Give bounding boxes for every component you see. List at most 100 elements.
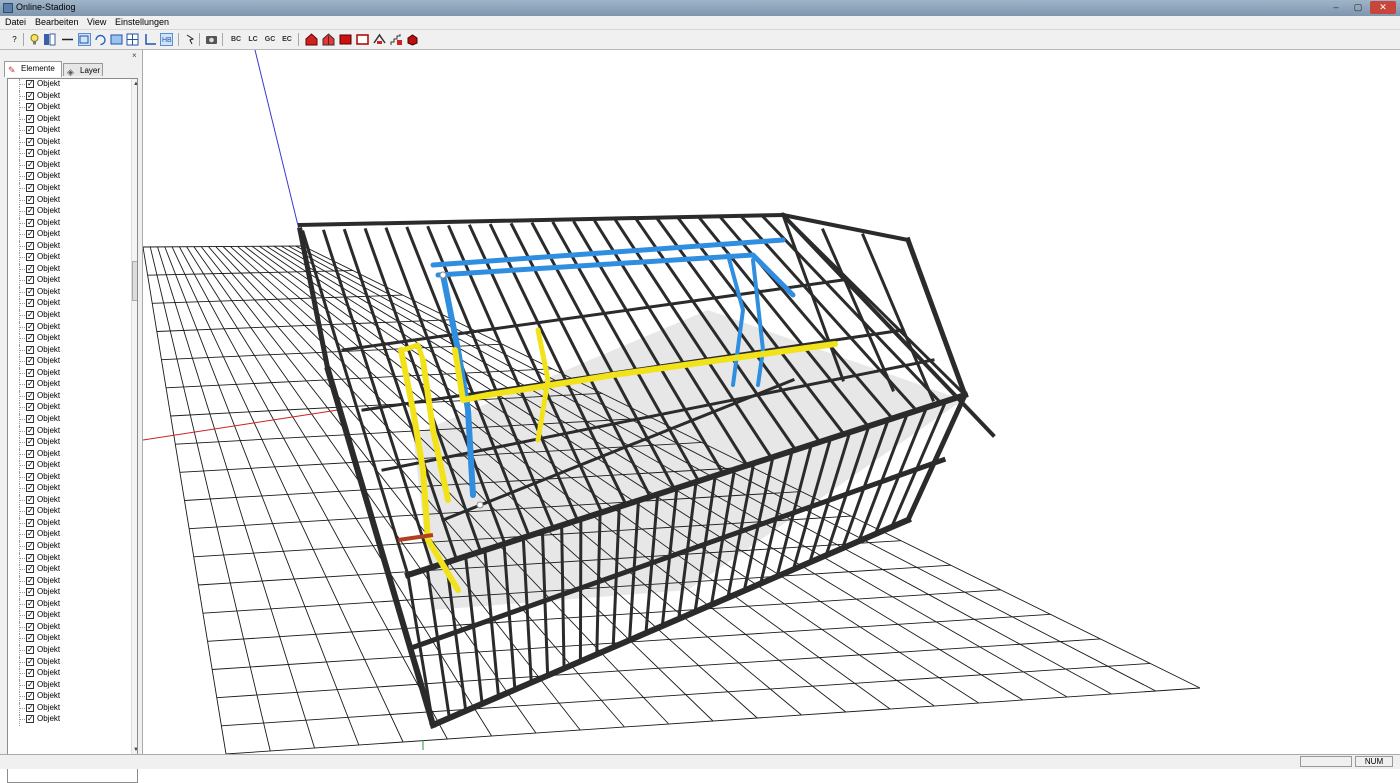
visibility-checkbox[interactable]: ✓ (26, 611, 34, 619)
view-iso-icon[interactable]: HB (160, 33, 173, 46)
tree-item[interactable]: ✓Objekt (8, 576, 126, 587)
tree-item[interactable]: ✓Objekt (8, 437, 126, 448)
visibility-checkbox[interactable]: ✓ (26, 242, 34, 250)
tree-item[interactable]: ✓Objekt (8, 275, 126, 286)
tree-vertical-scrollbar[interactable]: ▲ ▼ (131, 79, 138, 755)
visibility-checkbox[interactable]: ✓ (26, 692, 34, 700)
tree-item[interactable]: ✓Objekt (8, 553, 126, 564)
visibility-checkbox[interactable]: ✓ (26, 334, 34, 342)
visibility-checkbox[interactable]: ✓ (26, 427, 34, 435)
visibility-checkbox[interactable]: ✓ (26, 450, 34, 458)
lamp-icon[interactable] (28, 33, 41, 46)
visibility-checkbox[interactable]: ✓ (26, 115, 34, 123)
visibility-checkbox[interactable]: ✓ (26, 357, 34, 365)
select-icon[interactable] (184, 33, 197, 46)
visibility-checkbox[interactable]: ✓ (26, 346, 34, 354)
visibility-checkbox[interactable]: ✓ (26, 288, 34, 296)
lc-button[interactable]: LC (246, 33, 260, 46)
minimize-button[interactable]: – (1326, 1, 1346, 14)
visibility-checkbox[interactable]: ✓ (26, 565, 34, 573)
close-window-button[interactable]: ✕ (1370, 1, 1396, 14)
tree-item[interactable]: ✓Objekt (8, 322, 126, 333)
view-top-icon[interactable] (110, 33, 123, 46)
visibility-checkbox[interactable]: ✓ (26, 276, 34, 284)
tree-item[interactable]: ✓Objekt (8, 633, 126, 644)
tree-item[interactable]: ✓Objekt (8, 264, 126, 275)
tree-item[interactable]: ✓Objekt (8, 229, 126, 240)
visibility-checkbox[interactable]: ✓ (26, 103, 34, 111)
visibility-checkbox[interactable]: ✓ (26, 403, 34, 411)
tab-elemente[interactable]: ✎ Elemente (4, 61, 62, 77)
visibility-checkbox[interactable]: ✓ (26, 196, 34, 204)
tree-item[interactable]: ✓Objekt (8, 114, 126, 125)
camera-icon[interactable] (205, 33, 218, 46)
visibility-checkbox[interactable]: ✓ (26, 681, 34, 689)
visibility-checkbox[interactable]: ✓ (26, 507, 34, 515)
visibility-checkbox[interactable]: ✓ (26, 207, 34, 215)
tree-item[interactable]: ✓Objekt (8, 345, 126, 356)
tree-item[interactable]: ✓Objekt (8, 541, 126, 552)
3d-scene[interactable] (143, 50, 1400, 754)
visibility-checkbox[interactable]: ✓ (26, 299, 34, 307)
visibility-checkbox[interactable]: ✓ (26, 623, 34, 631)
menu-datei[interactable]: Datei (5, 17, 26, 27)
tree-item[interactable]: ✓Objekt (8, 472, 126, 483)
house-red-icon[interactable] (305, 33, 318, 46)
view-grid-icon[interactable] (126, 33, 139, 46)
tree-item[interactable]: ✓Objekt (8, 91, 126, 102)
element-tree[interactable]: ✓Objekt✓Objekt✓Objekt✓Objekt✓Objekt✓Obje… (7, 78, 138, 783)
visibility-checkbox[interactable]: ✓ (26, 496, 34, 504)
tree-item[interactable]: ✓Objekt (8, 368, 126, 379)
gc-button[interactable]: GC (263, 33, 277, 46)
visibility-checkbox[interactable]: ✓ (26, 380, 34, 388)
tree-item[interactable]: ✓Objekt (8, 426, 126, 437)
tree-item[interactable]: ✓Objekt (8, 183, 126, 194)
tab-layer[interactable]: ◈ Layer (63, 63, 103, 76)
visibility-checkbox[interactable]: ✓ (26, 577, 34, 585)
tree-item[interactable]: ✓Objekt (8, 125, 126, 136)
visibility-checkbox[interactable]: ✓ (26, 392, 34, 400)
tree-item[interactable]: ✓Objekt (8, 356, 126, 367)
visibility-checkbox[interactable]: ✓ (26, 369, 34, 377)
wall-icon[interactable] (339, 33, 352, 46)
tree-item[interactable]: ✓Objekt (8, 587, 126, 598)
panel-icon[interactable] (43, 33, 56, 46)
visibility-checkbox[interactable]: ✓ (26, 658, 34, 666)
tree-item[interactable]: ✓Objekt (8, 703, 126, 714)
tree-item[interactable]: ✓Objekt (8, 691, 126, 702)
tree-item[interactable]: ✓Objekt (8, 160, 126, 171)
bc-button[interactable]: BC (229, 33, 243, 46)
visibility-checkbox[interactable]: ✓ (26, 161, 34, 169)
visibility-checkbox[interactable]: ✓ (26, 530, 34, 538)
tree-item[interactable]: ✓Objekt (8, 218, 126, 229)
tree-item[interactable]: ✓Objekt (8, 414, 126, 425)
stairs-icon[interactable] (390, 33, 403, 46)
visibility-checkbox[interactable]: ✓ (26, 704, 34, 712)
object-red-icon[interactable] (406, 33, 419, 46)
tree-item[interactable]: ✓Objekt (8, 495, 126, 506)
visibility-checkbox[interactable]: ✓ (26, 219, 34, 227)
visibility-checkbox[interactable]: ✓ (26, 461, 34, 469)
tree-item[interactable]: ✓Objekt (8, 668, 126, 679)
visibility-checkbox[interactable]: ✓ (26, 669, 34, 677)
tree-item[interactable]: ✓Objekt (8, 102, 126, 113)
maximize-button[interactable]: ▢ (1348, 1, 1368, 14)
visibility-checkbox[interactable]: ✓ (26, 230, 34, 238)
tree-item[interactable]: ✓Objekt (8, 610, 126, 621)
visibility-checkbox[interactable]: ✓ (26, 600, 34, 608)
tree-item[interactable]: ✓Objekt (8, 657, 126, 668)
line-icon[interactable] (61, 33, 74, 46)
menu-einstellungen[interactable]: Einstellungen (115, 17, 169, 27)
visibility-checkbox[interactable]: ✓ (26, 554, 34, 562)
visibility-checkbox[interactable]: ✓ (26, 484, 34, 492)
tree-item[interactable]: ✓Objekt (8, 391, 126, 402)
visibility-checkbox[interactable]: ✓ (26, 126, 34, 134)
tree-item[interactable]: ✓Objekt (8, 79, 126, 90)
visibility-checkbox[interactable]: ✓ (26, 138, 34, 146)
tree-item[interactable]: ✓Objekt (8, 714, 126, 725)
view-side-icon[interactable] (144, 33, 157, 46)
visibility-checkbox[interactable]: ✓ (26, 715, 34, 723)
visibility-checkbox[interactable]: ✓ (26, 646, 34, 654)
visibility-checkbox[interactable]: ✓ (26, 415, 34, 423)
visibility-checkbox[interactable]: ✓ (26, 311, 34, 319)
